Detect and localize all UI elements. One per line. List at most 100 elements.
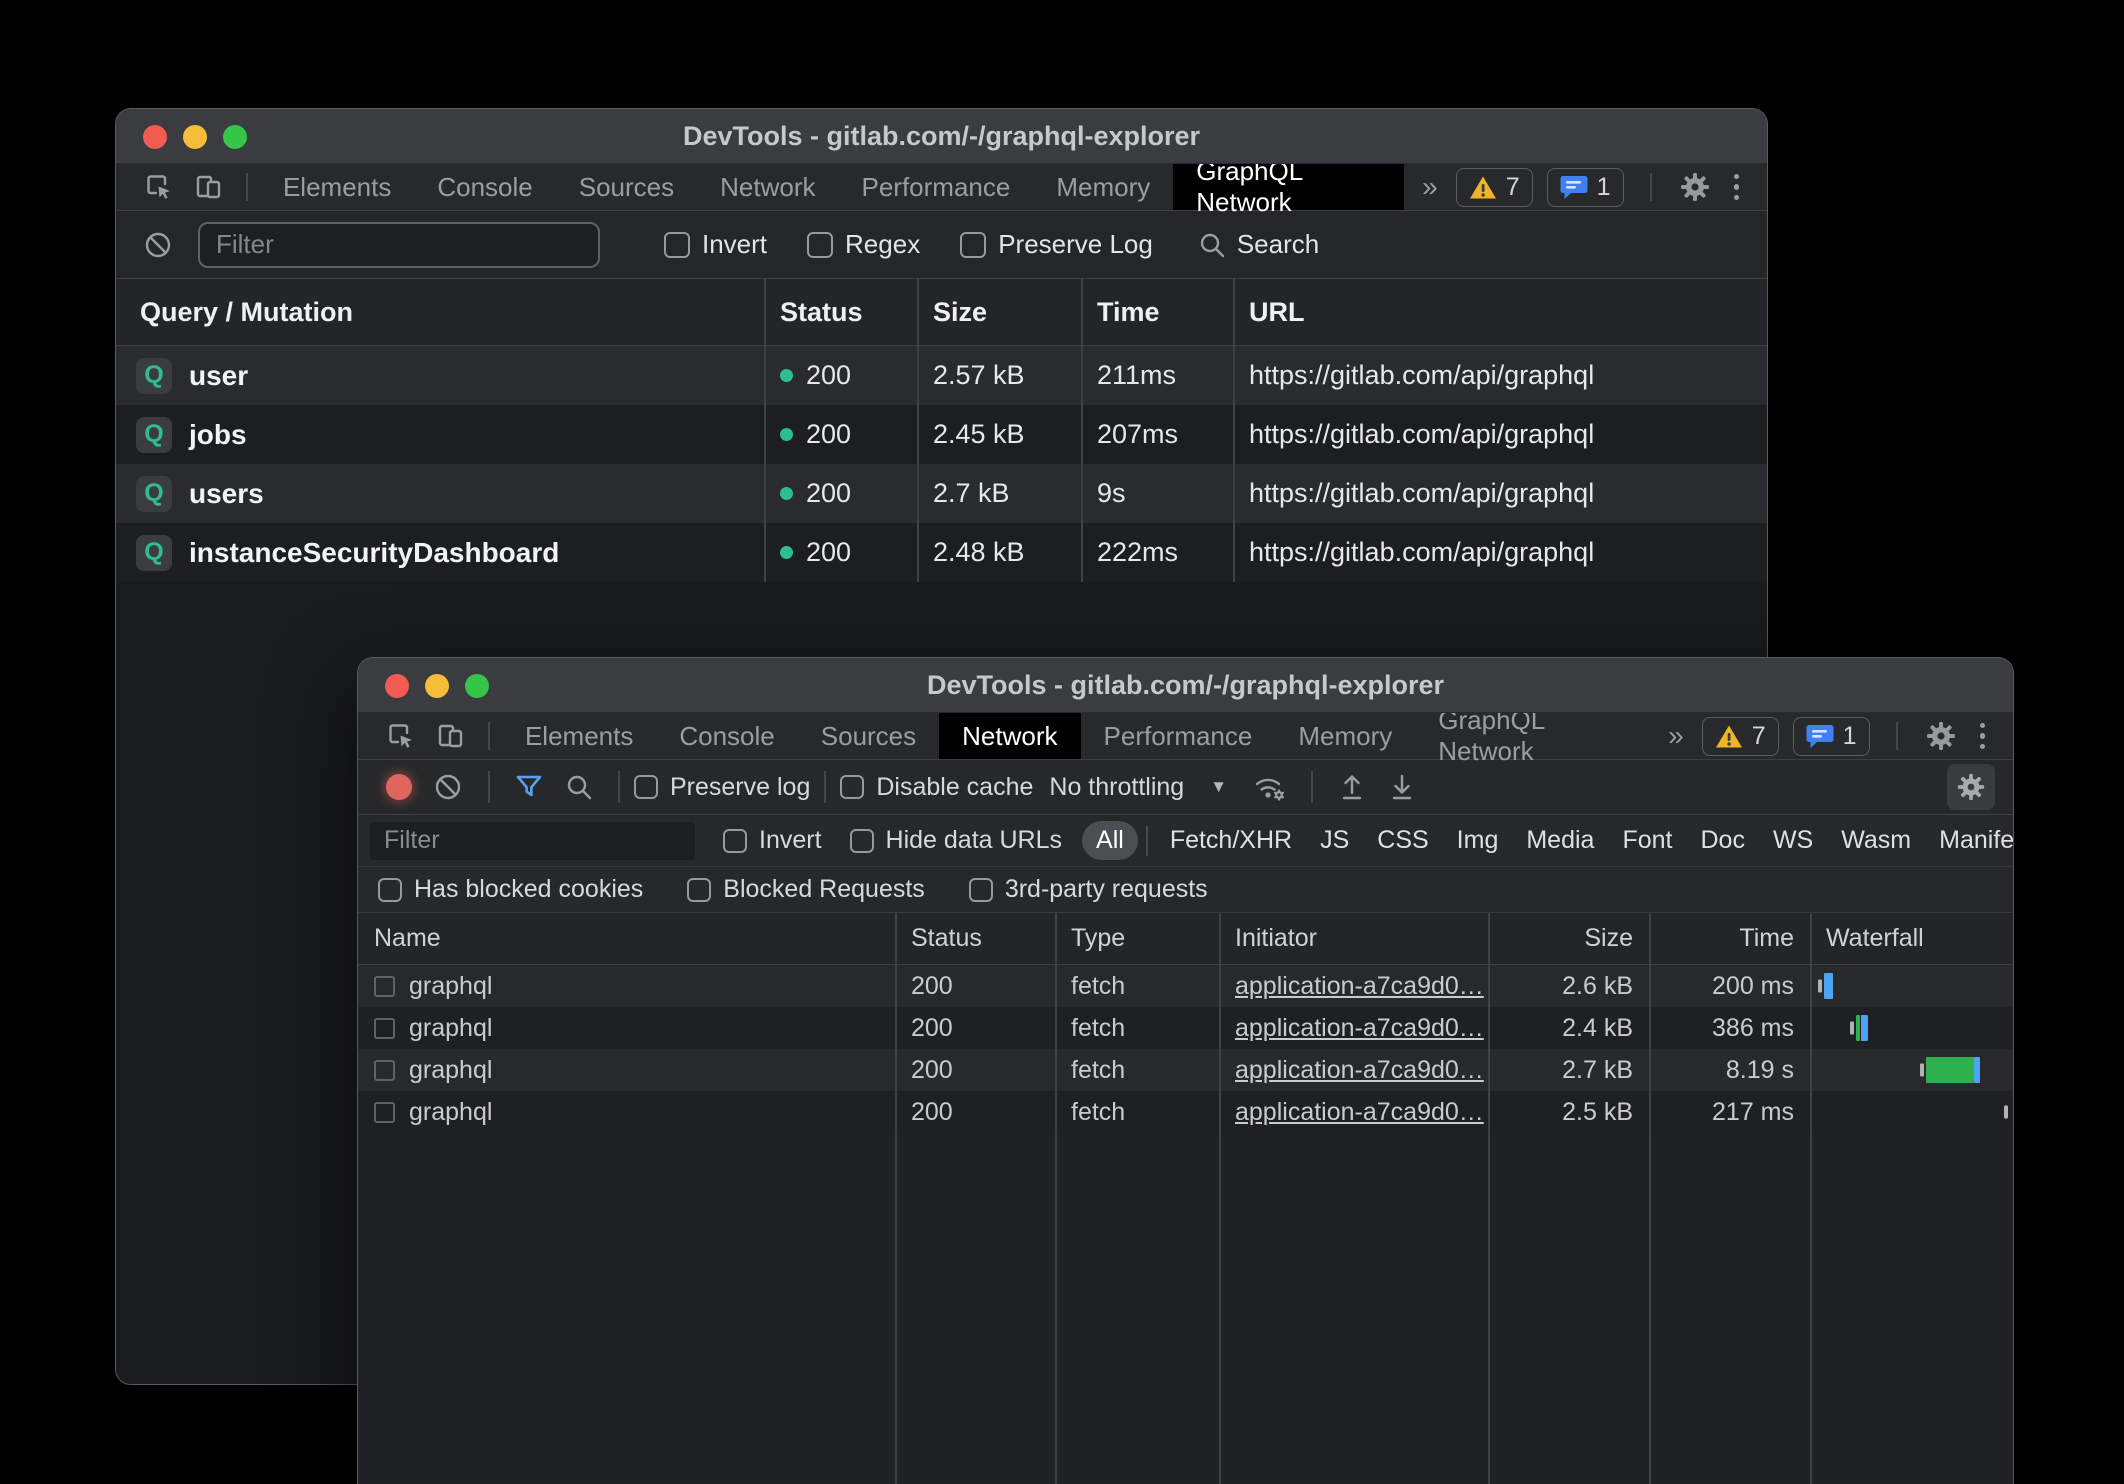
- kebab-menu-icon[interactable]: [1972, 723, 1994, 750]
- column-header-status[interactable]: Status: [764, 279, 917, 345]
- filter-type-ws[interactable]: WS: [1759, 821, 1827, 860]
- checkbox-preserve-log[interactable]: Preserve Log: [960, 229, 1153, 260]
- request-name-cell: graphql: [358, 965, 895, 1007]
- request-row[interactable]: graphql200fetchapplication-a7ca9d0…2.7 k…: [358, 1049, 2013, 1091]
- checkbox-has-blocked-cookies[interactable]: Has blocked cookies: [378, 875, 643, 904]
- column-header-type[interactable]: Type: [1055, 913, 1219, 964]
- request-row[interactable]: graphql200fetchapplication-a7ca9d0…2.5 k…: [358, 1091, 2013, 1133]
- filter-type-img[interactable]: Img: [1443, 821, 1513, 860]
- column-header-waterfall[interactable]: Waterfall: [1810, 913, 2013, 964]
- column-header-size[interactable]: Size: [917, 279, 1081, 345]
- settings-gear-icon[interactable]: [1678, 170, 1712, 204]
- checkbox-regex[interactable]: Regex: [807, 229, 920, 260]
- row-checkbox[interactable]: [374, 976, 395, 997]
- record-network-log-button[interactable]: [376, 774, 422, 800]
- tab-elements[interactable]: Elements: [502, 713, 656, 759]
- column-header-name[interactable]: Name: [358, 913, 895, 964]
- more-tabs-button[interactable]: »: [1650, 713, 1702, 759]
- request-row[interactable]: graphql200fetchapplication-a7ca9d0…2.4 k…: [358, 1007, 2013, 1049]
- query-row[interactable]: Quser2002.57 kB211mshttps://gitlab.com/a…: [116, 346, 1767, 405]
- column-header-time[interactable]: Time: [1649, 913, 1810, 964]
- status-value: 200: [806, 537, 851, 568]
- row-checkbox[interactable]: [374, 1018, 395, 1039]
- issues-badge[interactable]: 1: [1793, 717, 1870, 756]
- hide-data-urls-checkbox[interactable]: Hide data URLs: [850, 826, 1062, 855]
- column-header-time[interactable]: Time: [1081, 279, 1233, 345]
- initiator-link[interactable]: application-a7ca9d0…: [1235, 972, 1484, 1001]
- filter-type-doc[interactable]: Doc: [1686, 821, 1758, 860]
- column-header-query-mutation[interactable]: Query / Mutation: [116, 279, 764, 345]
- issues-badge[interactable]: 1: [1547, 168, 1624, 207]
- filter-type-css[interactable]: CSS: [1363, 821, 1442, 860]
- query-row[interactable]: QinstanceSecurityDashboard2002.48 kB222m…: [116, 523, 1767, 582]
- search-button[interactable]: Search: [1197, 229, 1319, 260]
- search-icon[interactable]: [554, 772, 604, 802]
- request-row[interactable]: graphql200fetchapplication-a7ca9d0…2.6 k…: [358, 965, 2013, 1007]
- tab-elements[interactable]: Elements: [260, 164, 414, 210]
- tab-memory[interactable]: Memory: [1033, 164, 1173, 210]
- checkbox-blocked-requests[interactable]: Blocked Requests: [687, 875, 925, 904]
- inspect-element-icon[interactable]: [134, 164, 184, 210]
- filter-type-all[interactable]: All: [1082, 821, 1138, 860]
- preserve-log-checkbox[interactable]: Preserve log: [634, 773, 810, 802]
- request-name-cell: graphql: [358, 1049, 895, 1091]
- tab-network[interactable]: Network: [939, 713, 1080, 759]
- tab-memory[interactable]: Memory: [1275, 713, 1415, 759]
- waterfall-cell: [1810, 1007, 2013, 1049]
- initiator-link[interactable]: application-a7ca9d0…: [1235, 1098, 1484, 1127]
- filter-type-font[interactable]: Font: [1608, 821, 1686, 860]
- checkbox-invert[interactable]: Invert: [664, 229, 767, 260]
- tab-sources[interactable]: Sources: [556, 164, 697, 210]
- checkbox-3rd-party-requests[interactable]: 3rd-party requests: [969, 875, 1208, 904]
- toggle-device-toolbar-icon[interactable]: [184, 164, 234, 210]
- column-header-status[interactable]: Status: [895, 913, 1055, 964]
- query-row[interactable]: Qjobs2002.45 kB207mshttps://gitlab.com/a…: [116, 405, 1767, 464]
- devtools-tab-bar: ElementsConsoleSourcesNetworkPerformance…: [358, 713, 2013, 760]
- throttling-dropdown[interactable]: No throttling ▼: [1049, 773, 1227, 802]
- disable-cache-checkbox[interactable]: Disable cache: [840, 773, 1033, 802]
- filter-type-media[interactable]: Media: [1512, 821, 1608, 860]
- filter-funnel-icon[interactable]: [504, 772, 554, 802]
- filter-type-js[interactable]: JS: [1306, 821, 1363, 860]
- waterfall-bar-tick: [1920, 1064, 1924, 1077]
- warnings-badge[interactable]: 7: [1702, 717, 1779, 756]
- column-header-url[interactable]: URL: [1233, 279, 1767, 345]
- network-conditions-icon[interactable]: [1241, 771, 1297, 803]
- filter-type-wasm[interactable]: Wasm: [1827, 821, 1925, 860]
- tab-graphql-network[interactable]: GraphQL Network: [1173, 164, 1404, 210]
- status-value: 200: [806, 478, 851, 509]
- settings-gear-icon[interactable]: [1924, 719, 1958, 753]
- tab-graphql-network[interactable]: GraphQL Network: [1415, 713, 1650, 759]
- tab-console[interactable]: Console: [414, 164, 555, 210]
- filter-type-manifest[interactable]: Manifest: [1925, 821, 2014, 860]
- filter-type-fetch-xhr[interactable]: Fetch/XHR: [1156, 821, 1306, 860]
- tab-console[interactable]: Console: [656, 713, 797, 759]
- tab-network[interactable]: Network: [697, 164, 838, 210]
- tab-performance[interactable]: Performance: [1081, 713, 1276, 759]
- inspect-element-icon[interactable]: [376, 713, 426, 759]
- time-cell: 386 ms: [1649, 1007, 1810, 1049]
- warnings-badge[interactable]: 7: [1456, 168, 1533, 207]
- tab-label: GraphQL Network: [1196, 156, 1381, 218]
- tab-sources[interactable]: Sources: [798, 713, 939, 759]
- tab-performance[interactable]: Performance: [839, 164, 1034, 210]
- column-header-size[interactable]: Size: [1488, 913, 1649, 964]
- initiator-link[interactable]: application-a7ca9d0…: [1235, 1014, 1484, 1043]
- toggle-device-toolbar-icon[interactable]: [426, 713, 476, 759]
- column-header-initiator[interactable]: Initiator: [1219, 913, 1488, 964]
- kebab-menu-icon[interactable]: [1726, 174, 1748, 201]
- clear-network-log-icon[interactable]: [422, 771, 474, 803]
- filter-input[interactable]: [198, 222, 600, 268]
- more-tabs-button[interactable]: »: [1404, 164, 1456, 210]
- clear-icon[interactable]: [142, 229, 174, 261]
- network-settings-gear-icon[interactable]: [1947, 764, 1995, 810]
- initiator-link[interactable]: application-a7ca9d0…: [1235, 1056, 1484, 1085]
- status-cell: 200: [895, 1091, 1055, 1133]
- import-har-icon[interactable]: [1327, 771, 1377, 803]
- export-har-icon[interactable]: [1377, 771, 1427, 803]
- network-filter-input[interactable]: [370, 822, 695, 860]
- query-row[interactable]: Qusers2002.7 kB9shttps://gitlab.com/api/…: [116, 464, 1767, 523]
- row-checkbox[interactable]: [374, 1102, 395, 1123]
- row-checkbox[interactable]: [374, 1060, 395, 1081]
- invert-checkbox[interactable]: Invert: [723, 826, 822, 855]
